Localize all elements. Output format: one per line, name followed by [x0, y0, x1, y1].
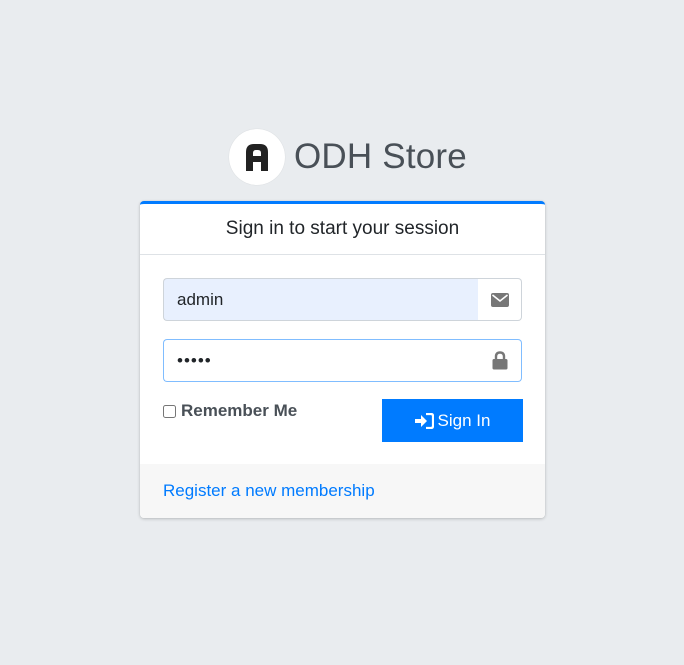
brand-header[interactable]: ODH Store [229, 128, 467, 185]
register-link[interactable]: Register a new membership [163, 481, 375, 501]
sign-in-icon [414, 412, 434, 429]
login-page: ODH Store Sign in to start your session [0, 0, 684, 665]
login-message: Sign in to start your session [225, 218, 460, 239]
remember-me[interactable]: Remember Me [163, 401, 297, 421]
envelope-icon [490, 292, 509, 307]
login-form: Remember Me Sign In [140, 255, 545, 464]
sign-in-button[interactable]: Sign In [382, 399, 523, 442]
brand-logo-icon [229, 128, 285, 185]
brand-name: ODH Store [294, 136, 467, 176]
password-input[interactable] [163, 339, 478, 382]
email-input-group [163, 278, 522, 321]
email-addon [478, 278, 522, 321]
lock-icon [492, 351, 507, 370]
login-card-footer: Register a new membership [140, 464, 545, 518]
password-addon [478, 339, 522, 382]
login-card-header: Sign in to start your session [140, 204, 545, 255]
remember-me-label: Remember Me [181, 401, 298, 420]
password-input-group [163, 339, 522, 382]
sign-in-label: Sign In [437, 410, 491, 430]
login-card: Sign in to start your session admin ••••… [140, 201, 545, 518]
remember-me-checkbox[interactable] [163, 404, 176, 418]
email-input[interactable] [163, 278, 478, 321]
